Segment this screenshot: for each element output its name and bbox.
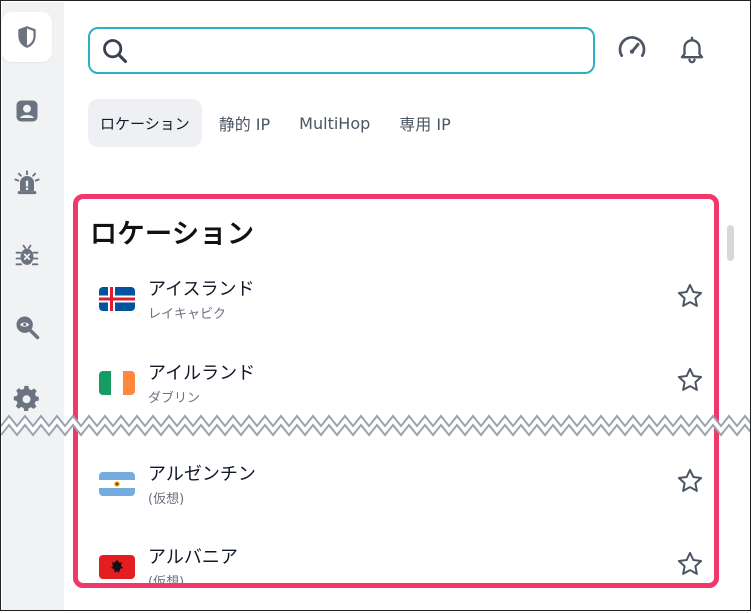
location-row[interactable]: アルバニア (仮想) [78, 539, 714, 588]
location-row[interactable]: アルゼンチン (仮想) [78, 456, 714, 526]
sidebar [2, 2, 64, 610]
search-input[interactable] [136, 31, 593, 70]
favorite-button[interactable] [675, 468, 705, 498]
notifications-button[interactable] [675, 34, 709, 68]
scrollbar-thumb[interactable] [727, 225, 734, 261]
tab-static-ip[interactable]: 静的 IP [207, 99, 282, 147]
speed-gauge-icon [616, 33, 648, 69]
tab-dedicated-ip[interactable]: 専用 IP [387, 99, 462, 147]
sidebar-item-account[interactable] [2, 86, 52, 136]
speed-test-button[interactable] [615, 34, 649, 68]
albania-flag-icon [99, 555, 135, 579]
sidebar-item-privacy-scan[interactable] [2, 302, 52, 352]
argentina-flag-icon [99, 472, 135, 496]
tab-locations[interactable]: ロケーション [88, 99, 202, 147]
sidebar-item-bug[interactable] [2, 230, 52, 280]
location-name: アイルランド [148, 363, 256, 384]
location-name: アルゼンチン [148, 464, 256, 485]
ireland-flag-icon [99, 371, 135, 395]
location-row[interactable]: アイスランド レイキャビク [78, 271, 714, 341]
search-icon [100, 36, 130, 66]
location-city: (仮想) [148, 492, 185, 507]
sidebar-item-alert[interactable] [2, 158, 52, 208]
tab-multihop[interactable]: MultiHop [287, 99, 382, 147]
bug-icon [13, 241, 41, 269]
star-icon [676, 467, 704, 499]
location-city: (仮想) [148, 575, 185, 588]
star-icon [676, 282, 704, 314]
bell-icon [677, 34, 707, 68]
iceland-flag-icon [99, 287, 135, 311]
star-icon [676, 550, 704, 582]
favorite-button[interactable] [675, 367, 705, 397]
favorite-button[interactable] [675, 551, 705, 581]
zigzag-cut-separator [1, 414, 750, 437]
magnifier-eye-icon [13, 313, 41, 341]
panel-title: ロケーション [90, 219, 255, 250]
location-city: ダブリン [148, 391, 201, 406]
location-name: アルバニア [148, 547, 238, 568]
favorite-button[interactable] [675, 283, 705, 313]
location-city: レイキャビク [148, 307, 227, 322]
location-list-panel: ロケーション アイスランド レイキャビク アイルランド ダブリン アルゼンチン … [73, 194, 719, 588]
shield-icon [14, 24, 40, 50]
search-box[interactable] [88, 27, 595, 74]
location-name: アイスランド [148, 279, 255, 300]
alarm-icon [13, 169, 41, 197]
account-icon [13, 97, 41, 125]
location-tabs: ロケーション 静的 IP MultiHop 専用 IP [88, 99, 468, 147]
star-icon [676, 366, 704, 398]
app-window: ロケーション 静的 IP MultiHop 専用 IP ロケーション アイスラン… [0, 0, 751, 611]
sidebar-item-shield[interactable] [2, 12, 52, 62]
